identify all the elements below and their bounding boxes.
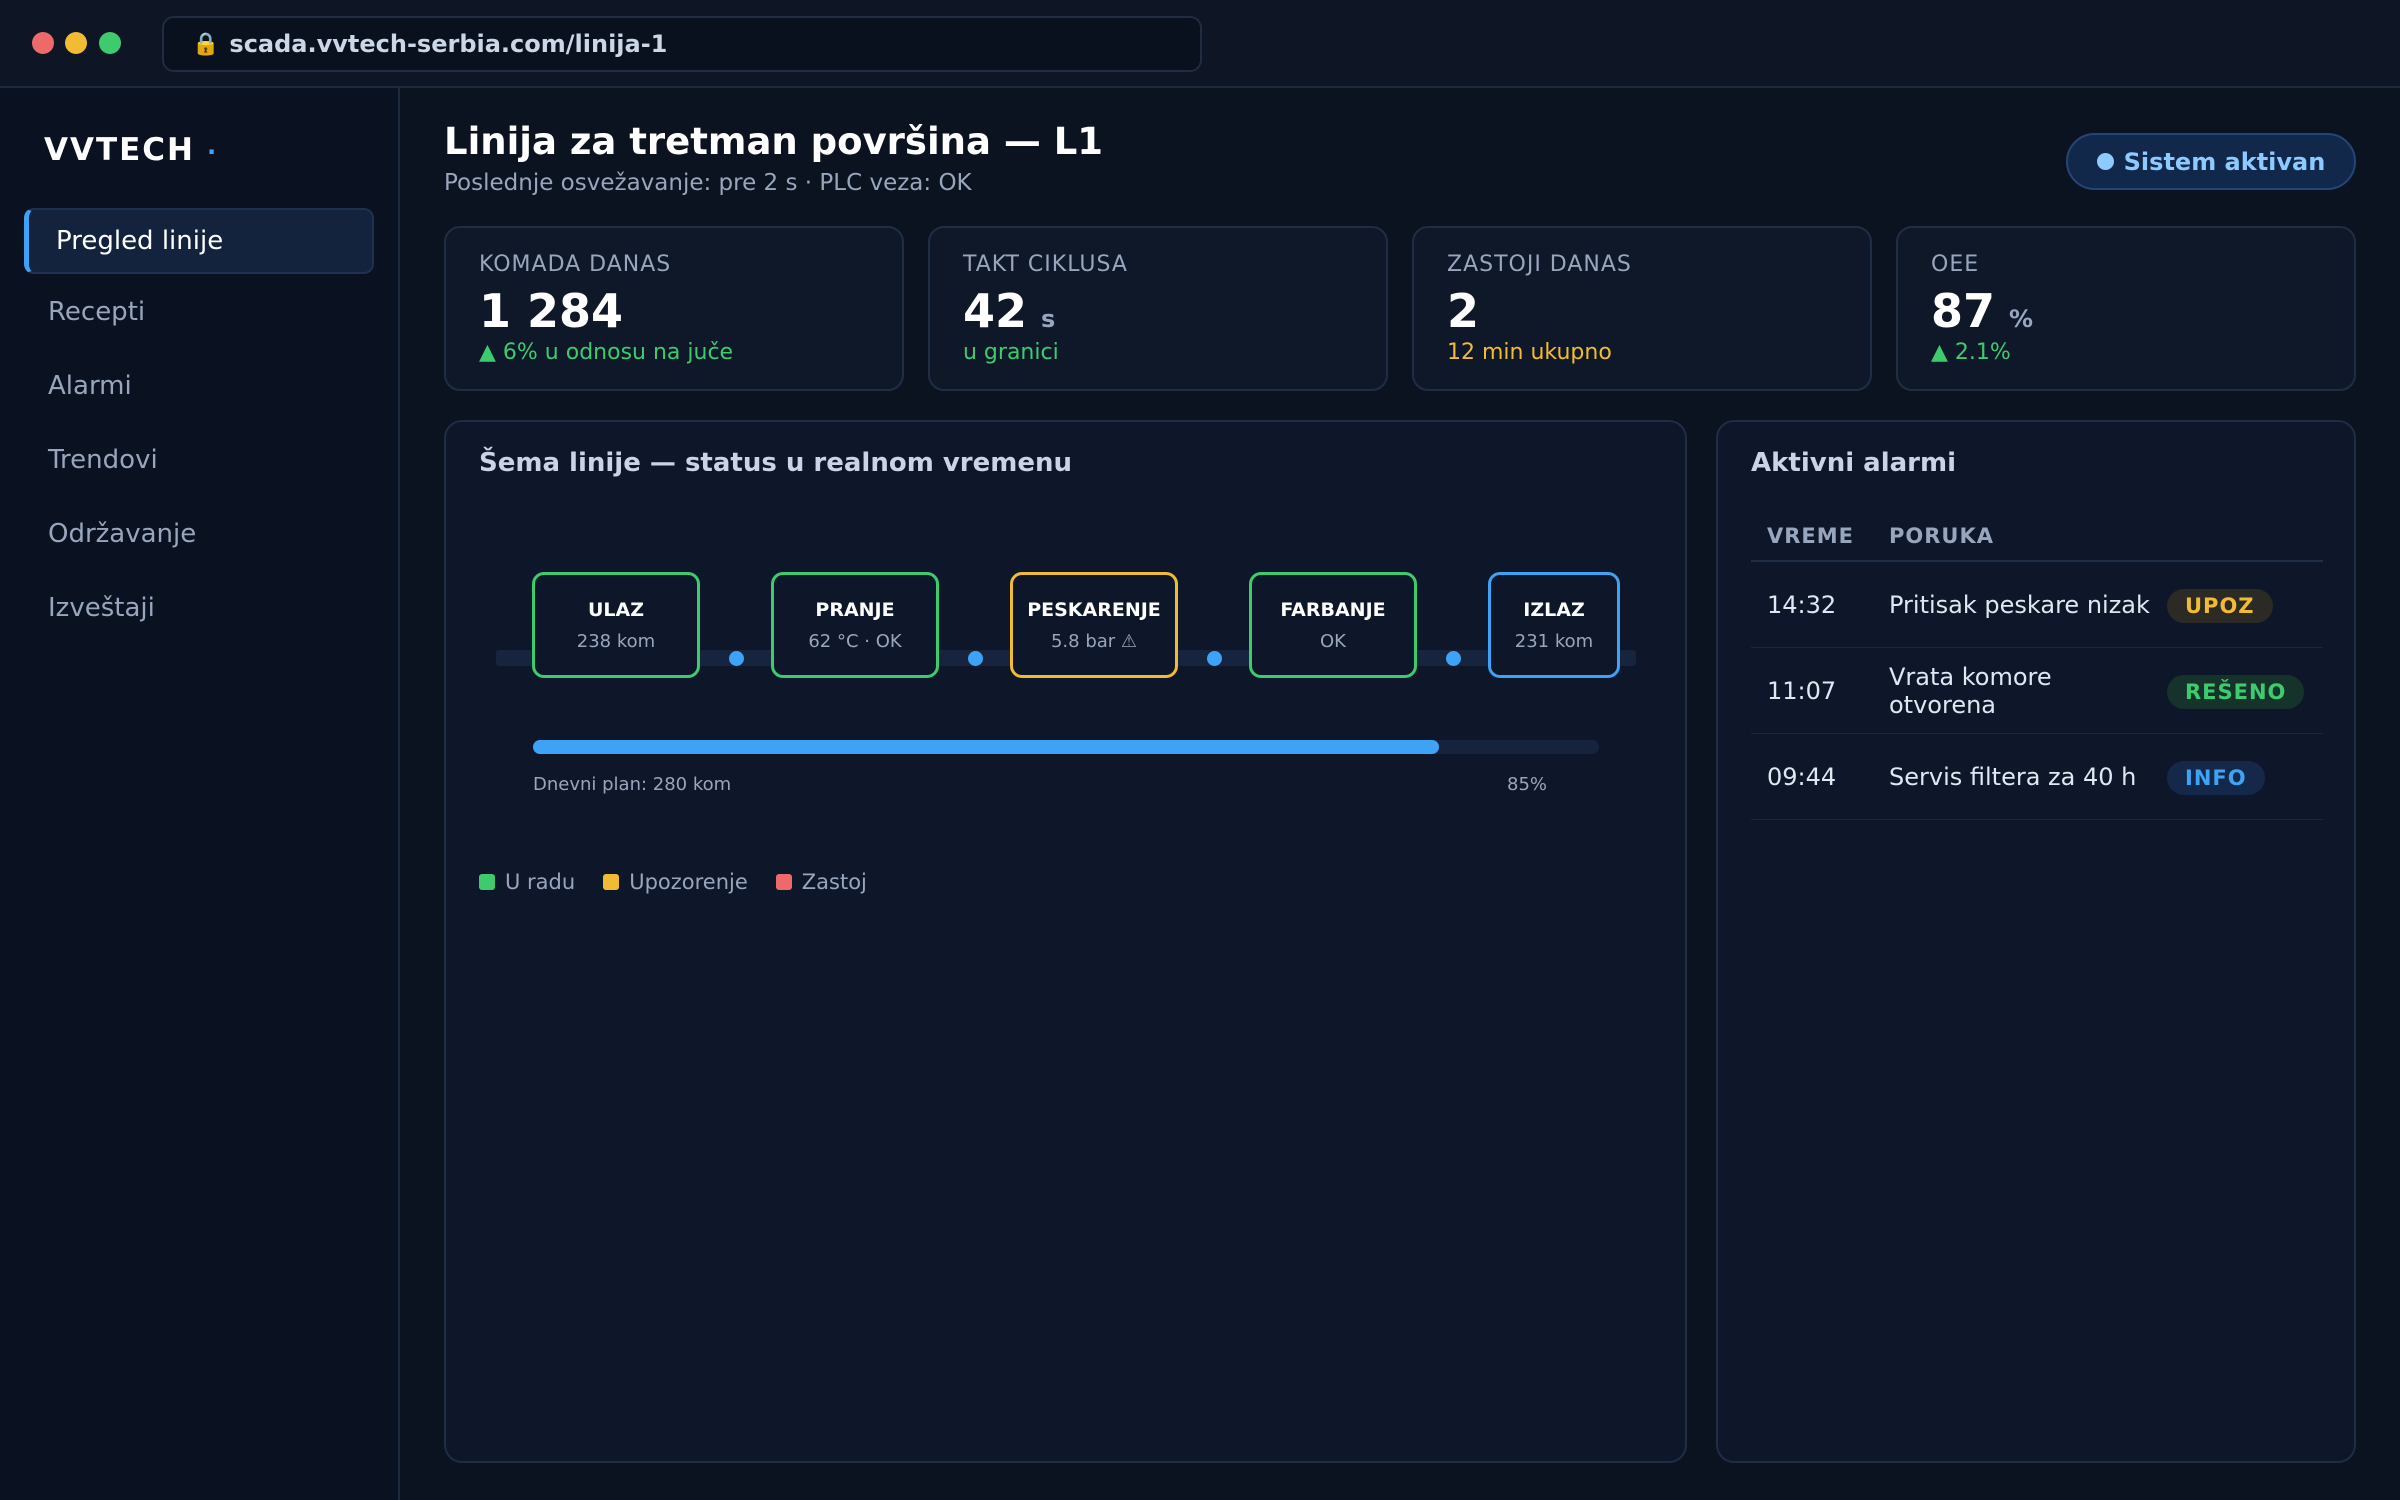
line-schematic-panel: Šema linije — status u realnom vremenu U…: [444, 420, 1687, 1463]
address-bar[interactable]: 🔒 scada.vvtech-serbia.com/linija-1: [162, 16, 1202, 72]
lock-icon: 🔒: [192, 31, 220, 57]
alarm-time: 11:07: [1767, 676, 1837, 705]
station-pranje[interactable]: PRANJE 62 °C · OK: [771, 572, 939, 678]
status-label: Sistem aktivan: [2123, 147, 2326, 176]
table-header: VREME PORUKA: [1751, 512, 2323, 562]
window-minimize-button[interactable]: [65, 32, 87, 54]
station-ulaz[interactable]: ULAZ 238 kom: [532, 572, 700, 678]
sidebar: VVTECH · Pregled linije Recepti Alarmi Tr…: [0, 88, 400, 1500]
panel-title: Šema linije — status u realnom vremenu: [479, 448, 1072, 478]
legend-swatch-icon: [775, 874, 792, 890]
alarm-time: 09:44: [1767, 762, 1837, 791]
legend-label: U radu: [505, 870, 576, 894]
kpi-trend: ▲ 2.1%: [1931, 340, 2011, 365]
logo-text: VVTECH: [44, 132, 196, 168]
alarm-status-badge: REŠENO: [2167, 674, 2305, 709]
alarms-table: VREME PORUKA 14:32 Pritisak peskare niza…: [1751, 512, 2323, 820]
sidebar-item-trendovi[interactable]: Trendovi: [24, 427, 374, 493]
logo-dot: ·: [207, 138, 219, 166]
window-maximize-button[interactable]: [99, 32, 121, 54]
system-status-badge[interactable]: Sistem aktivan: [2066, 133, 2356, 190]
sidebar-item-pregled-linije[interactable]: Pregled linije: [24, 208, 374, 274]
sidebar-item-recepti[interactable]: Recepti: [24, 279, 374, 345]
column-header-poruka: PORUKA: [1889, 524, 1994, 548]
sidebar-item-label: Održavanje: [48, 519, 197, 549]
sidebar-item-label: Alarmi: [48, 371, 132, 401]
conveyor-connector-icon: [1446, 651, 1461, 666]
kpi-card-oee: OEE 87% ▲ 2.1%: [1896, 226, 2356, 391]
active-alarms-panel: Aktivni alarmi VREME PORUKA 14:32 Pritis…: [1716, 420, 2356, 1463]
kpi-label: TAKT CIKLUSA: [963, 252, 1128, 277]
kpi-card-takt-ciklusa: TAKT CIKLUSA 42 s u granici: [928, 226, 1388, 391]
station-value: OK: [1320, 630, 1346, 652]
panel-title: Aktivni alarmi: [1751, 448, 1957, 478]
kpi-label: KOMADA DANAS: [479, 252, 672, 277]
station-peskarenje[interactable]: PESKARENJE 5.8 bar ⚠: [1010, 572, 1178, 678]
kpi-value: 42 s: [963, 284, 1056, 338]
kpi-trend: 12 min ukupno: [1447, 340, 1612, 365]
station-farbanje[interactable]: FARBANJE OK: [1249, 572, 1417, 678]
sidebar-item-odrzavanje[interactable]: Održavanje: [24, 501, 374, 567]
daily-plan-label: Dnevni plan: 280 kom: [533, 774, 732, 795]
alarm-status-badge: UPOZ: [2167, 588, 2273, 623]
window-close-button[interactable]: [32, 32, 54, 54]
daily-plan-progress-fill: [533, 740, 1440, 754]
kpi-unit: s: [1041, 305, 1056, 333]
alarm-time: 14:32: [1767, 590, 1837, 619]
status-dot-icon: [2096, 153, 2114, 170]
station-value: 238 kom: [576, 630, 656, 652]
sidebar-item-label: Pregled linije: [56, 226, 224, 256]
sidebar-item-alarmi[interactable]: Alarmi: [24, 353, 374, 419]
station-izlaz[interactable]: IZLAZ 231 kom: [1488, 572, 1620, 678]
kpi-value: 87%: [1931, 284, 2034, 338]
station-name: PRANJE: [815, 598, 895, 621]
kpi-card-zastoji-danas: ZASTOJI DANAS 2 12 min ukupno: [1412, 226, 1872, 391]
legend-swatch-icon: [603, 874, 620, 890]
kpi-trend: ▲ 6% u odnosu na juče: [479, 340, 734, 365]
alarm-status-badge: INFO: [2167, 760, 2265, 795]
alarm-message: Pritisak peskare nizak: [1889, 590, 2150, 619]
kpi-card-komada-danas: KOMADA DANAS 1 284 ▲ 6% u odnosu na juče: [444, 226, 904, 391]
station-name: IZLAZ: [1523, 598, 1585, 621]
legend-label: Zastoj: [801, 870, 867, 894]
daily-plan-percent: 85%: [1507, 774, 1548, 795]
legend-item-zastoj: Zastoj: [775, 870, 867, 894]
legend-item-upozorenje: Upozorenje: [603, 870, 748, 894]
station-value: 5.8 bar ⚠: [1050, 630, 1138, 652]
station-name: ULAZ: [587, 598, 645, 621]
table-row[interactable]: 14:32 Pritisak peskare nizak UPOZ: [1751, 562, 2323, 648]
url-text: scada.vvtech-serbia.com/linija-1: [229, 30, 668, 58]
kpi-value: 2: [1447, 284, 1480, 338]
conveyor-connector-icon: [729, 651, 744, 666]
browser-chrome: 🔒 scada.vvtech-serbia.com/linija-1: [0, 0, 2400, 88]
sidebar-item-izvestaji[interactable]: Izveštaji: [24, 575, 374, 641]
alarm-message: Vrata komore otvorena: [1889, 662, 2052, 719]
page-title: Linija za tretman površina — L1: [444, 120, 1104, 163]
page-subtitle: Poslednje osvežavanje: pre 2 s · PLC vez…: [444, 170, 972, 196]
station-value: 62 °C · OK: [808, 630, 902, 652]
kpi-label: OEE: [1931, 252, 1980, 277]
kpi-label: ZASTOJI DANAS: [1447, 252, 1632, 277]
sidebar-item-label: Recepti: [48, 297, 146, 327]
column-header-vreme: VREME: [1767, 524, 1855, 548]
station-name: FARBANJE: [1280, 598, 1386, 621]
kpi-trend: u granici: [963, 340, 1059, 365]
sidebar-item-label: Trendovi: [48, 445, 158, 475]
table-row[interactable]: 09:44 Servis filtera za 40 h INFO: [1751, 734, 2323, 820]
legend-swatch-icon: [479, 874, 495, 890]
legend-item-u-radu: U radu: [479, 870, 575, 894]
conveyor-connector-icon: [968, 651, 983, 666]
sidebar-item-label: Izveštaji: [48, 593, 155, 623]
legend-label: Upozorenje: [629, 870, 748, 894]
table-row[interactable]: 11:07 Vrata komore otvorena REŠENO: [1751, 648, 2323, 734]
kpi-value: 1 284: [479, 284, 624, 338]
conveyor-connector-icon: [1207, 651, 1222, 666]
daily-plan-progress-bar: [533, 740, 1599, 754]
kpi-unit: %: [2009, 305, 2034, 333]
station-value: 231 kom: [1514, 630, 1594, 652]
station-name: PESKARENJE: [1027, 598, 1161, 621]
alarm-message: Servis filtera za 40 h: [1889, 762, 2137, 791]
logo: VVTECH ·: [44, 132, 218, 168]
status-legend: U radu Upozorenje Zastoj: [479, 870, 895, 894]
